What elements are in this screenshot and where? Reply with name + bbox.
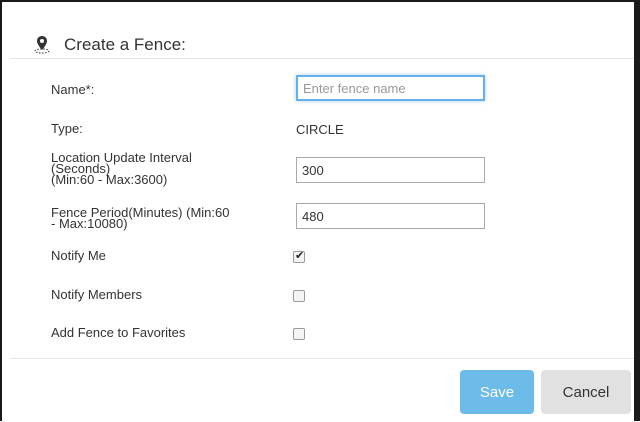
notify-members-label: Notify Members — [51, 287, 143, 302]
location-update-interval-label: Location Update Interval (Seconds) (Min:… — [51, 151, 192, 187]
fence-period-label: Fence Period(Minutes) (Min:60 - Max:1008… — [51, 206, 229, 230]
location-update-interval-label-line3: (Min:60 - Max:3600) — [51, 172, 168, 187]
cancel-button[interactable]: Cancel — [541, 370, 631, 414]
checkmark-icon: ✔ — [295, 250, 305, 262]
name-label: Name*: — [51, 82, 95, 97]
location-update-interval-input[interactable] — [296, 157, 485, 183]
dialog-title: Create a Fence: — [64, 35, 186, 54]
fence-name-input[interactable] — [296, 75, 485, 101]
add-to-favorites-label: Add Fence to Favorites — [51, 325, 186, 340]
fence-period-input[interactable] — [296, 203, 485, 229]
add-to-favorites-checkbox[interactable] — [293, 328, 305, 340]
notify-me-checkbox[interactable]: ✔ — [293, 250, 305, 263]
type-label: Type: — [51, 121, 83, 136]
location-pin-icon — [34, 36, 50, 54]
create-fence-dialog: Create a Fence: Name*: Type: CIRCLE Loca… — [10, 8, 634, 421]
window-frame-left — [0, 0, 2, 421]
notify-me-label: Notify Me — [51, 248, 106, 263]
type-value: CIRCLE — [296, 122, 344, 137]
dialog-header: Create a Fence: — [10, 8, 634, 59]
notify-members-checkbox[interactable] — [293, 290, 305, 302]
window-frame-right — [634, 0, 640, 421]
save-button[interactable]: Save — [460, 370, 534, 414]
window-frame-top — [0, 0, 640, 2]
